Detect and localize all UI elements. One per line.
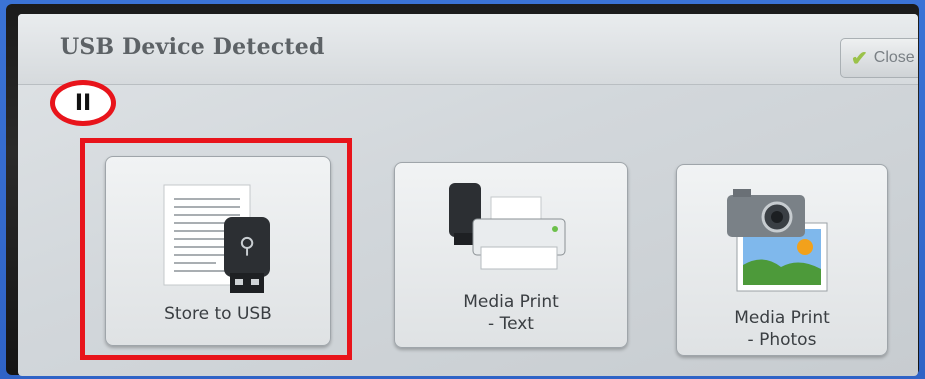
media-print-text-label-line1: Media Print [463,292,559,312]
step-badge: II [50,80,116,126]
close-button[interactable]: ✔ Close [840,38,918,78]
media-print-photos-button[interactable]: Media Print - Photos [676,164,888,356]
dialog-title: USB Device Detected [60,34,325,60]
usb-printer-icon [449,183,566,270]
media-print-text-button[interactable]: Media Print - Text [394,162,628,348]
checkmark-icon: ✔ [851,47,868,70]
highlight-frame [80,138,352,360]
dialog-title-bar: USB Device Detected ✔ Close [18,14,918,85]
camera-photo-icon [727,189,828,292]
media-print-photos-label-line2: - Photos [747,330,817,350]
media-print-text-label-line2: - Text [488,314,534,334]
close-button-label: Close [873,49,915,66]
media-print-photos-label-line1: Media Print [734,308,830,328]
